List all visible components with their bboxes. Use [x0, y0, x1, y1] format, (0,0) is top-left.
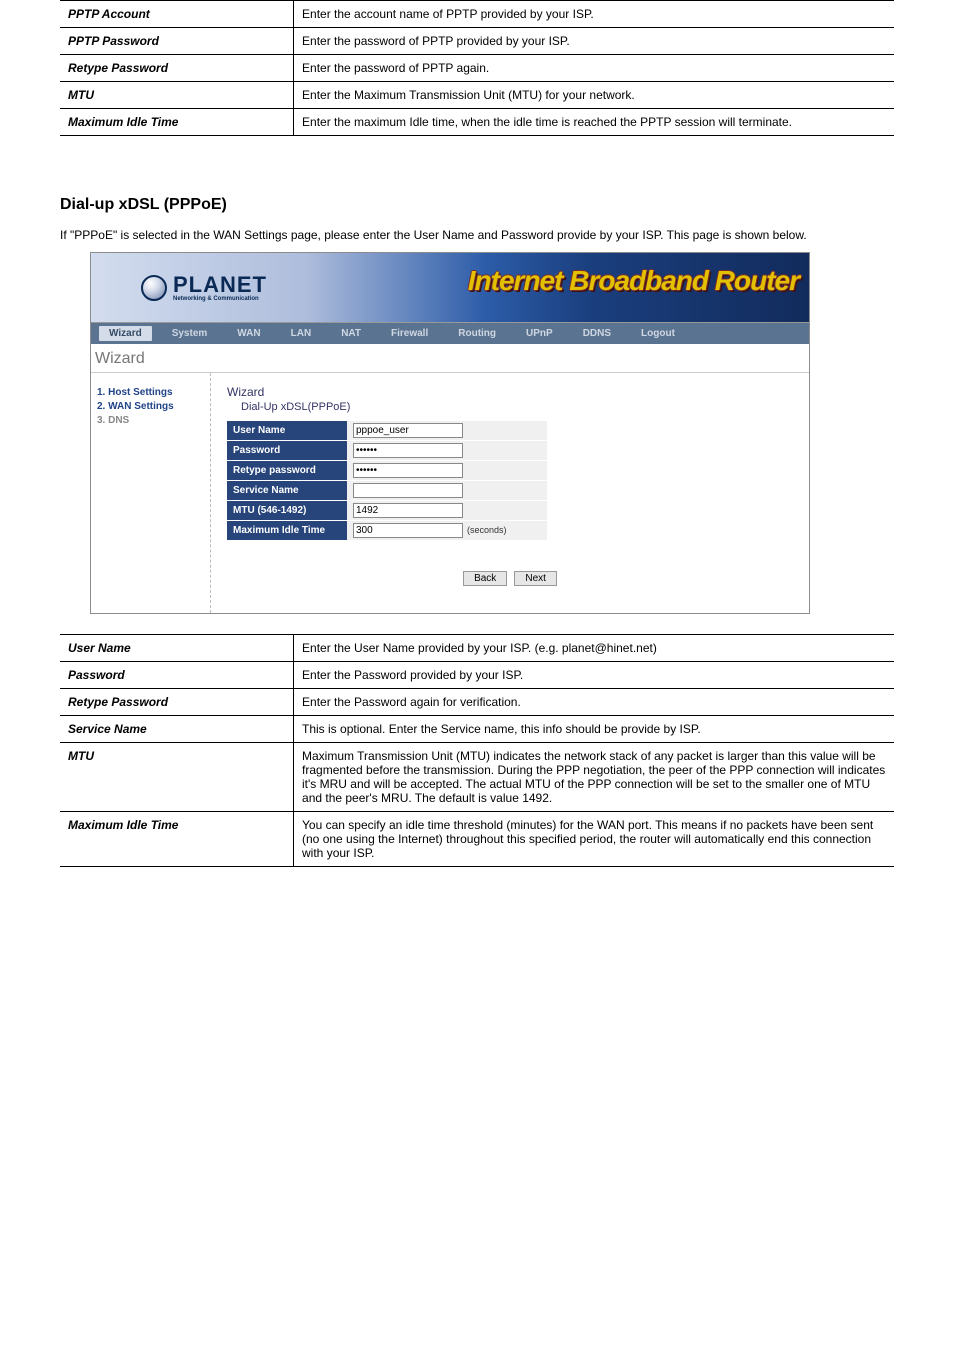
nav-item-firewall[interactable]: Firewall	[381, 326, 438, 341]
definition-label: Retype Password	[60, 689, 294, 716]
definition-label: User Name	[60, 635, 294, 662]
nav-item-wan[interactable]: WAN	[227, 326, 270, 341]
section-heading-pppoe: Dial-up xDSL (PPPoE)	[60, 196, 894, 214]
wizard-step[interactable]: 1. Host Settings	[97, 387, 204, 398]
form-label: Service Name	[227, 481, 347, 501]
planet-logo: PLANET Networking & Communication	[91, 274, 267, 302]
table-row: Maximum Idle TimeYou can specify an idle…	[60, 812, 894, 867]
form-label: Password	[227, 441, 347, 461]
definition-value: Enter the password of PPTP provided by y…	[294, 28, 894, 55]
wizard-main-panel: Wizard Dial-Up xDSL(PPPoE) User NamePass…	[211, 373, 809, 613]
form-suffix: (seconds)	[467, 525, 507, 535]
form-input-cell	[347, 421, 547, 441]
form-input[interactable]	[353, 503, 463, 518]
form-label: MTU (546-1492)	[227, 501, 347, 521]
definition-label: Maximum Idle Time	[60, 109, 294, 136]
table-row: Retype PasswordEnter the Password again …	[60, 689, 894, 716]
form-input-cell	[347, 441, 547, 461]
definition-value: Enter the Password provided by your ISP.	[294, 662, 894, 689]
form-input[interactable]	[353, 523, 463, 538]
definition-label: Retype Password	[60, 55, 294, 82]
nav-item-ddns[interactable]: DDNS	[573, 326, 621, 341]
form-row: MTU (546-1492)	[227, 501, 547, 521]
nav-item-routing[interactable]: Routing	[448, 326, 506, 341]
pppoe-intro-paragraph: If "PPPoE" is selected in the WAN Settin…	[60, 228, 894, 242]
form-input-cell	[347, 461, 547, 481]
form-input[interactable]	[353, 483, 463, 498]
definition-label: PPTP Password	[60, 28, 294, 55]
definition-label: MTU	[60, 82, 294, 109]
nav-item-lan[interactable]: LAN	[281, 326, 322, 341]
definition-label: Maximum Idle Time	[60, 812, 294, 867]
table-row: MTUMaximum Transmission Unit (MTU) indic…	[60, 743, 894, 812]
pptp-definitions-table: PPTP AccountEnter the account name of PP…	[60, 0, 894, 136]
definition-value: You can specify an idle time threshold (…	[294, 812, 894, 867]
logo-text: PLANET	[173, 274, 267, 296]
wizard-step[interactable]: 2. WAN Settings	[97, 401, 204, 412]
form-input-cell	[347, 481, 547, 501]
definition-value: Enter the account name of PPTP provided …	[294, 1, 894, 28]
table-row: MTUEnter the Maximum Transmission Unit (…	[60, 82, 894, 109]
form-input-cell: (seconds)	[347, 521, 547, 541]
pppoe-form-table: User NamePasswordRetype passwordService …	[227, 421, 547, 541]
breadcrumb: Wizard	[91, 344, 809, 373]
nav-item-logout[interactable]: Logout	[631, 326, 685, 341]
form-input[interactable]	[353, 463, 463, 478]
wizard-title: Wizard	[227, 385, 793, 399]
definition-value: Enter the password of PPTP again.	[294, 55, 894, 82]
back-button[interactable]: Back	[463, 571, 507, 586]
wizard-subtitle: Dial-Up xDSL(PPPoE)	[241, 401, 793, 413]
form-input[interactable]	[353, 443, 463, 458]
definition-value: This is optional. Enter the Service name…	[294, 716, 894, 743]
table-row: PPTP PasswordEnter the password of PPTP …	[60, 28, 894, 55]
table-row: PPTP AccountEnter the account name of PP…	[60, 1, 894, 28]
definition-value: Enter the maximum Idle time, when the id…	[294, 109, 894, 136]
nav-item-upnp[interactable]: UPnP	[516, 326, 563, 341]
table-row: Maximum Idle TimeEnter the maximum Idle …	[60, 109, 894, 136]
definition-value: Maximum Transmission Unit (MTU) indicate…	[294, 743, 894, 812]
form-label: Maximum Idle Time	[227, 521, 347, 541]
definition-label: Service Name	[60, 716, 294, 743]
nav-item-nat[interactable]: NAT	[331, 326, 371, 341]
form-input[interactable]	[353, 423, 463, 438]
form-row: Retype password	[227, 461, 547, 481]
table-row: PasswordEnter the Password provided by y…	[60, 662, 894, 689]
form-row: Service Name	[227, 481, 547, 501]
form-label: Retype password	[227, 461, 347, 481]
banner-title: Internet Broadband Router	[468, 265, 799, 297]
definition-label: Password	[60, 662, 294, 689]
router-banner: PLANET Networking & Communication Intern…	[91, 253, 809, 323]
table-row: Service NameThis is optional. Enter the …	[60, 716, 894, 743]
next-button[interactable]: Next	[514, 571, 557, 586]
definition-value: Enter the User Name provided by your ISP…	[294, 635, 894, 662]
definition-value: Enter the Maximum Transmission Unit (MTU…	[294, 82, 894, 109]
table-row: Retype PasswordEnter the password of PPT…	[60, 55, 894, 82]
nav-item-system[interactable]: System	[162, 326, 218, 341]
definition-value: Enter the Password again for verificatio…	[294, 689, 894, 716]
definition-label: PPTP Account	[60, 1, 294, 28]
pppoe-definitions-table: User NameEnter the User Name provided by…	[60, 634, 894, 867]
router-ui-screenshot: PLANET Networking & Communication Intern…	[90, 252, 810, 614]
nav-item-wizard[interactable]: Wizard	[99, 326, 152, 341]
form-row: Password	[227, 441, 547, 461]
form-row: Maximum Idle Time (seconds)	[227, 521, 547, 541]
router-navbar: Wizard System WAN LAN NAT Firewall Routing UPnP…	[91, 323, 809, 344]
form-input-cell	[347, 501, 547, 521]
logo-subtext: Networking & Communication	[173, 296, 267, 302]
definition-label: MTU	[60, 743, 294, 812]
globe-icon	[141, 275, 167, 301]
form-row: User Name	[227, 421, 547, 441]
form-label: User Name	[227, 421, 347, 441]
wizard-step[interactable]: 3. DNS	[97, 415, 204, 426]
wizard-side-steps: 1. Host Settings 2. WAN Settings 3. DNS	[91, 373, 211, 613]
table-row: User NameEnter the User Name provided by…	[60, 635, 894, 662]
